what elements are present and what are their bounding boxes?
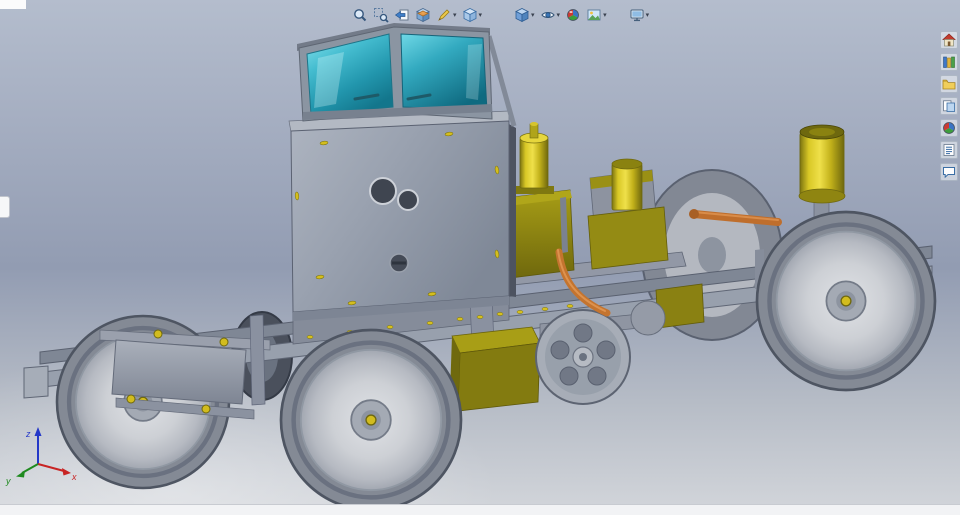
tab-appearances-scenes[interactable] <box>940 119 958 137</box>
speech-bubble-icon <box>943 167 955 179</box>
toolbar-separator <box>485 15 511 16</box>
display-style-icon <box>515 8 529 23</box>
middle-wheel[interactable] <box>281 330 461 510</box>
home-icon <box>942 33 956 47</box>
toolbar-separator <box>610 15 626 16</box>
triad-x-label: x <box>71 472 77 482</box>
appearance-ball-icon <box>943 122 955 134</box>
graphics-area[interactable]: z x y ▾ ▾ ▾ ▾ ▾ ▾ <box>0 0 960 515</box>
dropdown-arrow-icon[interactable]: ▾ <box>646 12 650 19</box>
task-pane-tabs <box>940 31 958 181</box>
tab-design-library[interactable] <box>940 53 958 71</box>
apply-scene-icon <box>587 9 601 21</box>
dropdown-arrow-icon[interactable]: ▾ <box>531 12 535 19</box>
toolbox[interactable] <box>450 326 541 412</box>
triad-y-label: y <box>5 476 11 486</box>
truck-chassis-model[interactable]: z x y <box>0 0 960 515</box>
view-orientation-button[interactable]: ▾ <box>460 5 485 25</box>
cab-front-panel[interactable] <box>288 110 516 321</box>
dropdown-arrow-icon[interactable]: ▾ <box>479 12 483 19</box>
dropdown-arrow-icon[interactable]: ▾ <box>603 12 607 19</box>
annotation-views-icon <box>438 9 450 21</box>
dropdown-arrow-icon[interactable]: ▾ <box>453 12 457 19</box>
dropdown-arrow-icon[interactable]: ▾ <box>557 12 561 19</box>
tab-custom-properties[interactable] <box>940 141 958 159</box>
triad-z-label: z <box>25 429 31 439</box>
windshield[interactable] <box>297 23 517 127</box>
menu-bar-remnant <box>0 0 26 9</box>
zoom-to-area-icon <box>374 8 389 23</box>
heads-up-view-toolbar: ▾ ▾ ▾ ▾ ▾ ▾ <box>350 5 651 25</box>
edit-appearance-icon <box>567 9 579 21</box>
tab-file-explorer[interactable] <box>940 75 958 93</box>
apply-scene-button[interactable]: ▾ <box>584 5 609 25</box>
hide-show-items-button[interactable]: ▾ <box>538 5 563 25</box>
rear-cylinder[interactable] <box>798 124 846 225</box>
tab-solidworks-resources[interactable] <box>940 31 958 49</box>
status-bar <box>0 504 960 515</box>
previous-view-icon <box>394 9 409 21</box>
section-view-button[interactable] <box>413 5 433 25</box>
rear-wheel[interactable] <box>757 212 935 390</box>
zoom-to-fit-button[interactable] <box>350 5 370 25</box>
document-properties-icon <box>943 144 955 156</box>
edit-appearance-button[interactable] <box>563 5 583 25</box>
pages-icon <box>943 100 955 112</box>
books-icon <box>943 56 955 68</box>
section-view-icon <box>416 8 430 23</box>
display-style-button[interactable]: ▾ <box>512 5 537 25</box>
hide-show-items-icon <box>540 12 555 18</box>
zoom-to-fit-icon <box>354 9 367 22</box>
view-settings-icon <box>630 9 644 22</box>
previous-view-button[interactable] <box>392 5 412 25</box>
view-settings-button[interactable]: ▾ <box>627 5 652 25</box>
view-orientation-icon <box>462 8 477 23</box>
folder-icon <box>942 79 956 90</box>
tab-view-palette[interactable] <box>940 97 958 115</box>
tab-solidworks-forum[interactable] <box>940 163 958 181</box>
zoom-to-area-button[interactable] <box>371 5 391 25</box>
annotation-views-button[interactable]: ▾ <box>434 5 459 25</box>
collapsed-panel-tab[interactable] <box>0 196 10 218</box>
